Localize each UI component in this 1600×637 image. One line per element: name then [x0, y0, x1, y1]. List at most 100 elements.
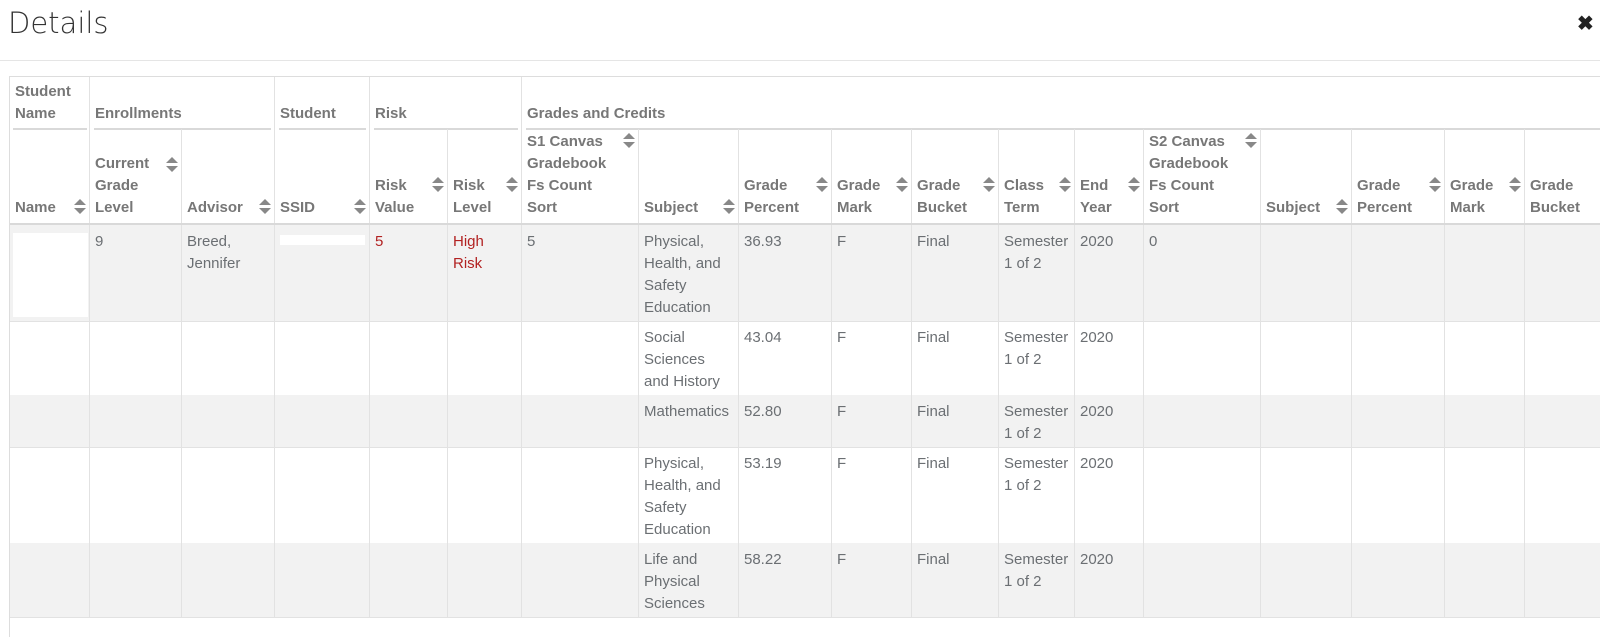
grid-line — [1524, 225, 1525, 617]
dialog-title: Details — [8, 6, 109, 40]
col-label: Advisor — [187, 199, 243, 216]
grid-line — [1351, 225, 1352, 617]
sort-icon[interactable] — [1128, 177, 1140, 193]
group-header-student-name: Student Name — [10, 77, 90, 129]
col-label: SSID — [280, 199, 316, 216]
col-label: Grade Bucket — [1530, 177, 1581, 216]
col-header-grade-mark[interactable]: Grade Mark — [832, 129, 912, 225]
sort-icon[interactable] — [1429, 177, 1441, 193]
grid-line — [89, 225, 90, 617]
col-header-grade-bucket[interactable]: Grade Bucket — [912, 129, 999, 225]
sort-icon[interactable] — [816, 177, 828, 193]
details-table: Student Name Enrollments Student Risk Gr… — [9, 76, 1600, 637]
col-header-s2-grade-percent[interactable]: Grade Percent — [1352, 129, 1445, 225]
cell-grade-percent: 43.04 — [744, 329, 782, 346]
cell-grade-mark: F — [837, 233, 847, 250]
col-header-s2-subject[interactable]: Subject — [1261, 129, 1352, 225]
sort-icon[interactable] — [723, 199, 735, 215]
sort-icon[interactable] — [983, 177, 995, 193]
grid-line — [369, 225, 370, 617]
sort-icon[interactable] — [74, 199, 86, 215]
grid-line — [181, 225, 182, 617]
col-header-name[interactable]: Name — [10, 129, 90, 225]
sort-icon[interactable] — [896, 177, 908, 193]
cell-grade-percent: 58.22 — [744, 551, 782, 568]
col-label: Grade Percent — [744, 177, 800, 216]
col-label: S1 Canvas Gradebook Fs Count Sort — [527, 133, 607, 216]
group-header-risk: Risk — [370, 77, 522, 129]
cell-grade-mark: F — [837, 403, 847, 420]
col-label: Risk Value — [375, 177, 415, 216]
sort-icon[interactable] — [1059, 177, 1071, 193]
col-header-s2-count[interactable]: S2 Canvas Gradebook Fs Count Sort — [1144, 129, 1261, 225]
grid-line — [521, 225, 522, 617]
cell-grade-percent: 53.19 — [744, 455, 782, 472]
group-header-enrollments: Enrollments — [90, 77, 275, 129]
cell-class-term: Semester 1 of 2 — [1004, 403, 1069, 442]
advisor-cell: Breed, Jennifer — [187, 233, 241, 272]
risk-value-cell: 5 — [375, 233, 384, 250]
sort-icon[interactable] — [623, 133, 635, 149]
cell-class-term: Semester 1 of 2 — [1004, 455, 1069, 494]
col-header-grade-percent[interactable]: Grade Percent — [739, 129, 832, 225]
col-header-s1-count[interactable]: S1 Canvas Gradebook Fs Count Sort — [522, 129, 639, 225]
col-header-risk-level[interactable]: Risk Level — [448, 129, 522, 225]
grade-level-cell: 9 — [95, 233, 104, 250]
col-label: Grade Bucket — [917, 177, 968, 216]
risk-level-cell: High Risk — [453, 233, 484, 272]
col-label: Risk Level — [453, 177, 492, 216]
group-header-grades: Grades and Credits — [527, 105, 666, 122]
sort-icon[interactable] — [259, 199, 271, 215]
col-header-end-year[interactable]: End Year — [1075, 129, 1144, 225]
col-header-advisor[interactable]: Advisor — [182, 129, 275, 225]
s1-count-cell: 5 — [527, 233, 536, 250]
col-header-ssid[interactable]: SSID — [275, 129, 370, 225]
sort-icon[interactable] — [1336, 199, 1348, 215]
cell-end-year: 2020 — [1080, 233, 1114, 250]
col-label: End Year — [1080, 177, 1112, 216]
col-header-grade-level[interactable]: Current Grade Level — [90, 129, 182, 225]
col-label: Grade Percent — [1357, 177, 1413, 216]
cell-grade-mark: F — [837, 551, 847, 568]
col-label: Subject — [644, 199, 699, 216]
cell-subject: Physical, Health, and Safety Education — [644, 233, 721, 316]
grid-line — [1444, 225, 1445, 617]
cell-grade-bucket: Final — [917, 455, 950, 472]
cell-grade-percent: 36.93 — [744, 233, 782, 250]
grid-line — [274, 225, 275, 617]
s2-count-cell: 0 — [1149, 233, 1158, 250]
col-header-s2-grade-bucket[interactable]: Grade Bucket — [1525, 129, 1600, 225]
col-label: Name — [15, 199, 56, 216]
grid-line — [1260, 225, 1261, 617]
col-label: Grade Mark — [837, 177, 881, 216]
col-header-class-term[interactable]: Class Term — [999, 129, 1075, 225]
cell-end-year: 2020 — [1080, 329, 1114, 346]
cell-subject: Physical, Health, and Safety Education — [644, 455, 721, 538]
sort-icon[interactable] — [1245, 133, 1257, 149]
col-label: Current Grade Level — [95, 155, 150, 216]
cell-grade-mark: F — [837, 329, 847, 346]
cell-class-term: Semester 1 of 2 — [1004, 329, 1069, 368]
col-header-s2-grade-mark[interactable]: Grade Mark — [1445, 129, 1525, 225]
cell-class-term: Semester 1 of 2 — [1004, 233, 1069, 272]
cell-end-year: 2020 — [1080, 403, 1114, 420]
grid-line — [447, 225, 448, 617]
sort-icon[interactable] — [354, 199, 366, 215]
cell-end-year: 2020 — [1080, 551, 1114, 568]
col-label: Grade Mark — [1450, 177, 1494, 216]
cell-subject: Life and Physical Sciences — [644, 551, 705, 612]
cell-subject: Social Sciences and History — [644, 329, 720, 390]
cell-subject: Mathematics — [644, 403, 730, 420]
group-header-student: Student — [275, 77, 370, 129]
sort-icon[interactable] — [432, 177, 444, 193]
sort-icon[interactable] — [166, 157, 178, 173]
col-header-subject[interactable]: Subject — [639, 129, 739, 225]
redacted-name — [13, 233, 88, 317]
cell-grade-bucket: Final — [917, 551, 950, 568]
col-label: Class Term — [1004, 177, 1045, 216]
sort-icon[interactable] — [506, 177, 518, 193]
cell-grade-percent: 52.80 — [744, 403, 782, 420]
col-header-risk-value[interactable]: Risk Value — [370, 129, 448, 225]
sort-icon[interactable] — [1509, 177, 1521, 193]
close-icon[interactable]: ✖ — [1577, 11, 1594, 36]
